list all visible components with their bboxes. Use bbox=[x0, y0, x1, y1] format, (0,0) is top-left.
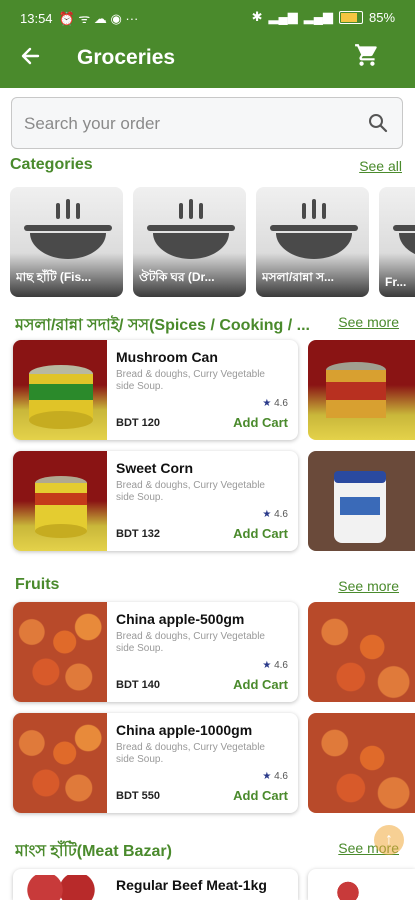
product-card-peek[interactable] bbox=[308, 340, 415, 440]
product-name: Sweet Corn bbox=[116, 460, 194, 476]
category-carousel[interactable]: মাছ হাঁটি (Fis... ঔটকি ঘর (Dr... মসলা/রা… bbox=[10, 187, 415, 299]
product-card[interactable]: China apple-1000gm Bread & doughs, Curry… bbox=[13, 713, 298, 813]
product-rating: ★ 4.6 bbox=[262, 771, 288, 782]
section-header-meat: মাংস হাঁটি(Meat Bazar) See more bbox=[15, 838, 405, 862]
product-card-peek[interactable] bbox=[308, 713, 415, 813]
search-input[interactable] bbox=[22, 98, 366, 150]
scroll-top-button[interactable]: ↑ bbox=[374, 825, 404, 855]
product-description: Bread & doughs, Curry Vegetable side Sou… bbox=[116, 742, 265, 765]
product-name: Regular Beef Meat-1kg bbox=[116, 877, 267, 893]
signal-icon-2: ▂▄▆ bbox=[303, 9, 333, 24]
status-notification-icons: ⏰ ᯤ ☁ ◉ ··· bbox=[58, 11, 139, 26]
section-header-spices: মসলা/রান্না সদাই/ সস(Spices / Cooking / … bbox=[15, 312, 405, 336]
search-box bbox=[11, 97, 403, 150]
product-image bbox=[328, 875, 368, 900]
product-card-peek[interactable] bbox=[308, 869, 415, 900]
section-header-fruits: Fruits See more bbox=[15, 576, 405, 600]
product-rating: ★ 4.6 bbox=[262, 509, 288, 520]
see-more-link[interactable]: See more bbox=[338, 314, 399, 330]
battery-icon bbox=[338, 10, 363, 24]
status-bar: 13:54 ⏰ ᯤ ☁ ◉ ··· ✱ ▂▄▆ ▂▄▆ 85% bbox=[0, 0, 415, 32]
cooking-pot-icon bbox=[270, 199, 358, 259]
category-label: ঔটকি ঘর (Dr... bbox=[139, 270, 215, 284]
product-price: BDT 550 bbox=[116, 790, 161, 802]
product-price: BDT 140 bbox=[116, 679, 161, 691]
star-icon: ★ bbox=[262, 771, 275, 782]
category-card[interactable]: মসলা/রান্না স... bbox=[256, 187, 369, 297]
bluetooth-icon: ✱ bbox=[251, 9, 263, 24]
cooking-pot-icon bbox=[147, 199, 235, 259]
product-price: BDT 120 bbox=[116, 417, 161, 429]
product-card[interactable]: China apple-500gm Bread & doughs, Curry … bbox=[13, 602, 298, 702]
see-all-link[interactable]: See all bbox=[359, 158, 402, 174]
status-time: 13:54 bbox=[20, 10, 53, 26]
product-card[interactable]: Regular Beef Meat-1kg bbox=[13, 869, 298, 900]
section-title: মাংস হাঁটি(Meat Bazar) bbox=[15, 843, 172, 860]
add-cart-button[interactable]: Add Cart bbox=[233, 677, 288, 692]
product-price: BDT 132 bbox=[116, 528, 161, 540]
search-icon[interactable] bbox=[368, 113, 388, 133]
signal-icon: ▂▄▆ bbox=[268, 9, 298, 24]
product-name: China apple-1000gm bbox=[116, 722, 253, 738]
shopping-cart-icon[interactable] bbox=[354, 42, 380, 68]
product-description: Bread & doughs, Curry Vegetable side Sou… bbox=[116, 480, 265, 503]
product-card-peek[interactable] bbox=[308, 451, 415, 551]
category-card[interactable]: মাছ হাঁটি (Fis... bbox=[10, 187, 123, 297]
cooking-pot-icon bbox=[24, 199, 112, 259]
categories-header: Categories See all bbox=[10, 156, 410, 180]
arrow-left-icon[interactable] bbox=[20, 46, 40, 72]
product-image bbox=[13, 602, 107, 702]
product-card[interactable]: Mushroom Can Bread & doughs, Curry Veget… bbox=[13, 340, 298, 440]
add-cart-button[interactable]: Add Cart bbox=[233, 526, 288, 541]
product-image bbox=[13, 713, 107, 813]
product-description: Bread & doughs, Curry Vegetable side Sou… bbox=[116, 369, 265, 392]
see-more-link[interactable]: See more bbox=[338, 578, 399, 594]
product-card[interactable]: Sweet Corn Bread & doughs, Curry Vegetab… bbox=[13, 451, 298, 551]
star-icon: ★ bbox=[262, 660, 275, 671]
category-label: Fr... bbox=[385, 275, 407, 289]
product-image bbox=[21, 875, 101, 900]
section-title: মসলা/রান্না সদাই/ সস(Spices / Cooking / … bbox=[15, 317, 311, 334]
category-label: মাছ হাঁটি (Fis... bbox=[16, 270, 92, 284]
product-image bbox=[13, 451, 107, 551]
star-icon: ★ bbox=[262, 398, 275, 409]
product-rating: ★ 4.6 bbox=[262, 398, 288, 409]
page-title: Groceries bbox=[77, 46, 176, 69]
add-cart-button[interactable]: Add Cart bbox=[233, 415, 288, 430]
product-rating: ★ 4.6 bbox=[262, 660, 288, 671]
star-icon: ★ bbox=[262, 509, 275, 520]
app-bar: Groceries bbox=[0, 32, 415, 88]
product-card-peek[interactable] bbox=[308, 602, 415, 702]
product-image bbox=[13, 340, 107, 440]
category-card[interactable]: Fr... bbox=[379, 187, 415, 297]
categories-title: Categories bbox=[10, 156, 93, 173]
product-name: China apple-500gm bbox=[116, 611, 245, 627]
category-label: মসলা/রান্না স... bbox=[262, 270, 335, 284]
cooking-pot-icon bbox=[393, 225, 415, 255]
battery-percent: 85% bbox=[368, 9, 395, 25]
product-name: Mushroom Can bbox=[116, 349, 218, 365]
product-description: Bread & doughs, Curry Vegetable side Sou… bbox=[116, 631, 265, 654]
add-cart-button[interactable]: Add Cart bbox=[233, 788, 288, 803]
category-card[interactable]: ঔটকি ঘর (Dr... bbox=[133, 187, 246, 297]
section-title: Fruits bbox=[15, 576, 60, 593]
